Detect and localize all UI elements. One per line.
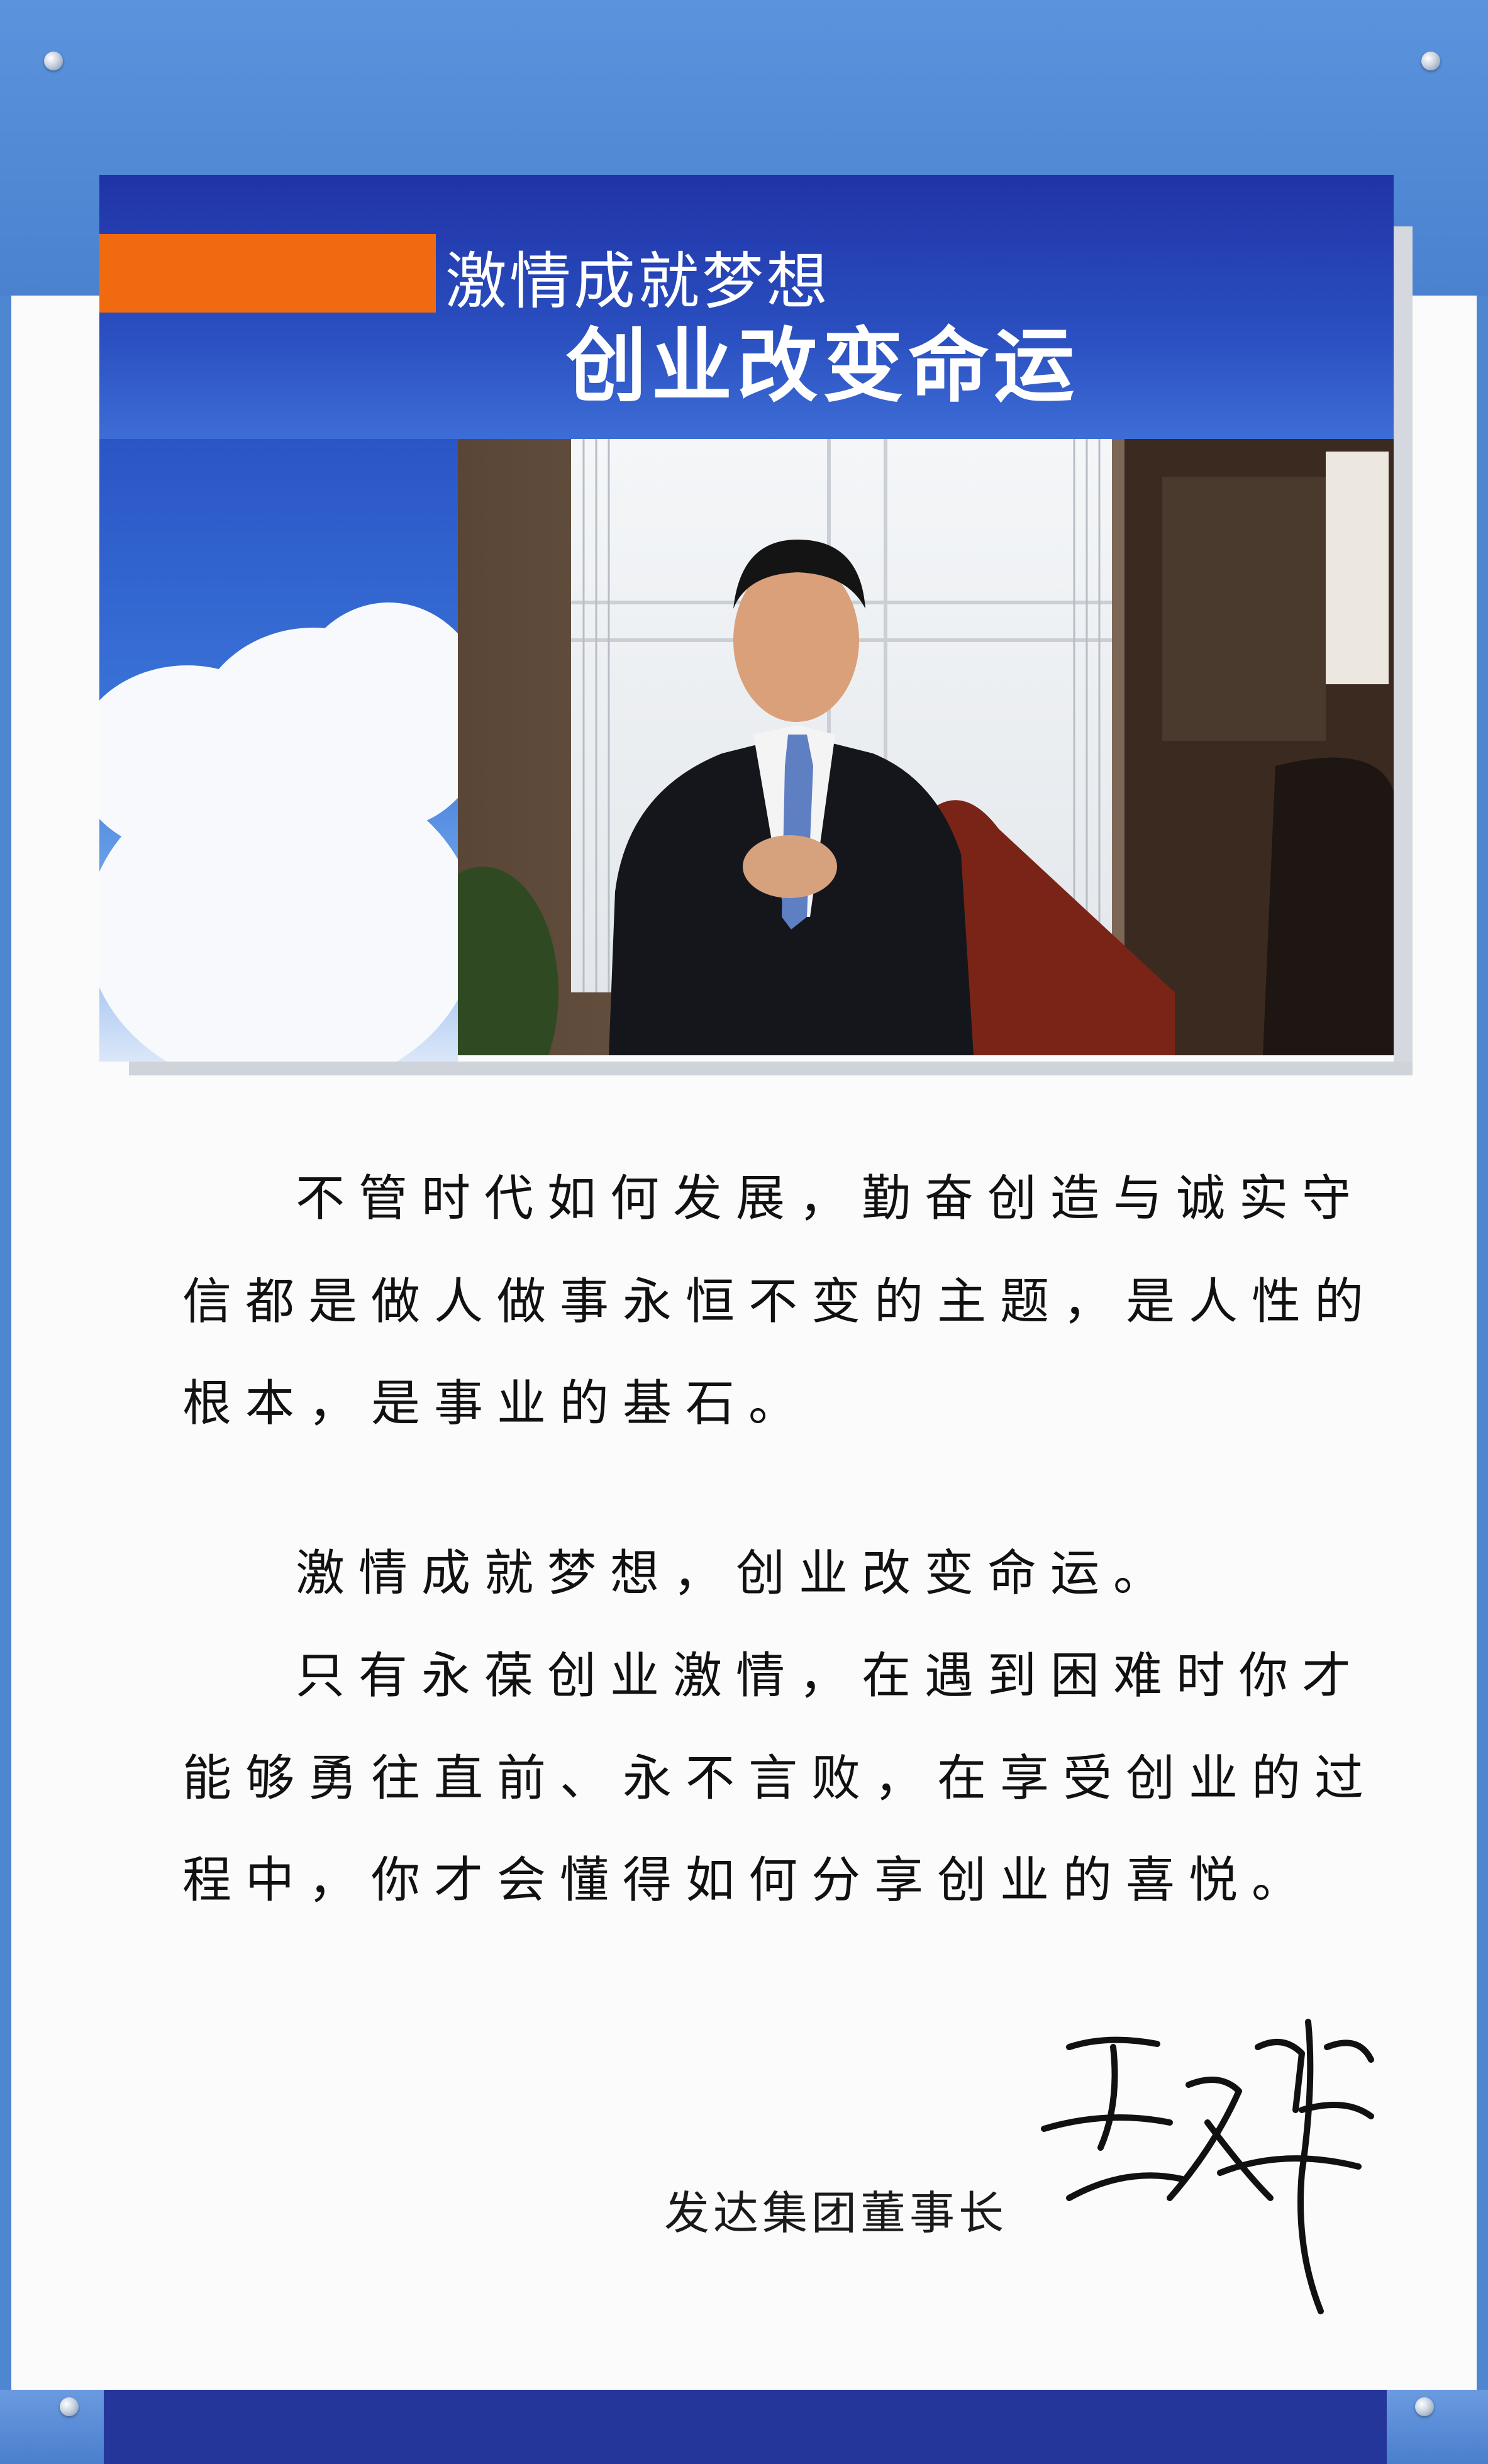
cloud bbox=[99, 766, 458, 1062]
screw-top-left bbox=[44, 52, 63, 70]
bottom-bar bbox=[104, 2390, 1387, 2464]
frame-left-strip bbox=[0, 296, 11, 2390]
screw-top-right bbox=[1421, 52, 1440, 70]
text-line: 根本，是事业的基石。 bbox=[182, 1375, 812, 1432]
text-line: 能够勇往直前、永不言败，在享受创业的过 bbox=[182, 1750, 1378, 1807]
banner-title-line2: 创业改变命运 bbox=[566, 319, 1080, 413]
text-line: 只有永葆创业激情，在遇到困难时你才 bbox=[296, 1648, 1365, 1704]
handwritten-signature bbox=[1041, 2019, 1374, 2314]
banner-shadow bbox=[1394, 226, 1413, 1069]
orange-accent-bar bbox=[99, 234, 436, 313]
screw-bottom-left bbox=[60, 2397, 79, 2416]
sky-panel bbox=[99, 439, 458, 1062]
portrait-photo bbox=[458, 439, 1394, 1055]
text-line: 信都是做人做事永恒不变的主题，是人性的 bbox=[182, 1274, 1378, 1330]
portrait-illustration bbox=[458, 439, 1394, 1055]
signature-title: 发达集团董事长 bbox=[664, 2187, 1008, 2239]
screw-bottom-right bbox=[1415, 2397, 1434, 2416]
text-line: 程中，你才会懂得如何分享创业的喜悦。 bbox=[182, 1852, 1315, 1909]
photo-shadow bbox=[129, 1062, 1413, 1075]
text-line: 不管时代如何发展，勤奋创造与诚实守 bbox=[296, 1170, 1365, 1227]
text-line: 激情成就梦想，创业改变命运。 bbox=[296, 1545, 1177, 1602]
